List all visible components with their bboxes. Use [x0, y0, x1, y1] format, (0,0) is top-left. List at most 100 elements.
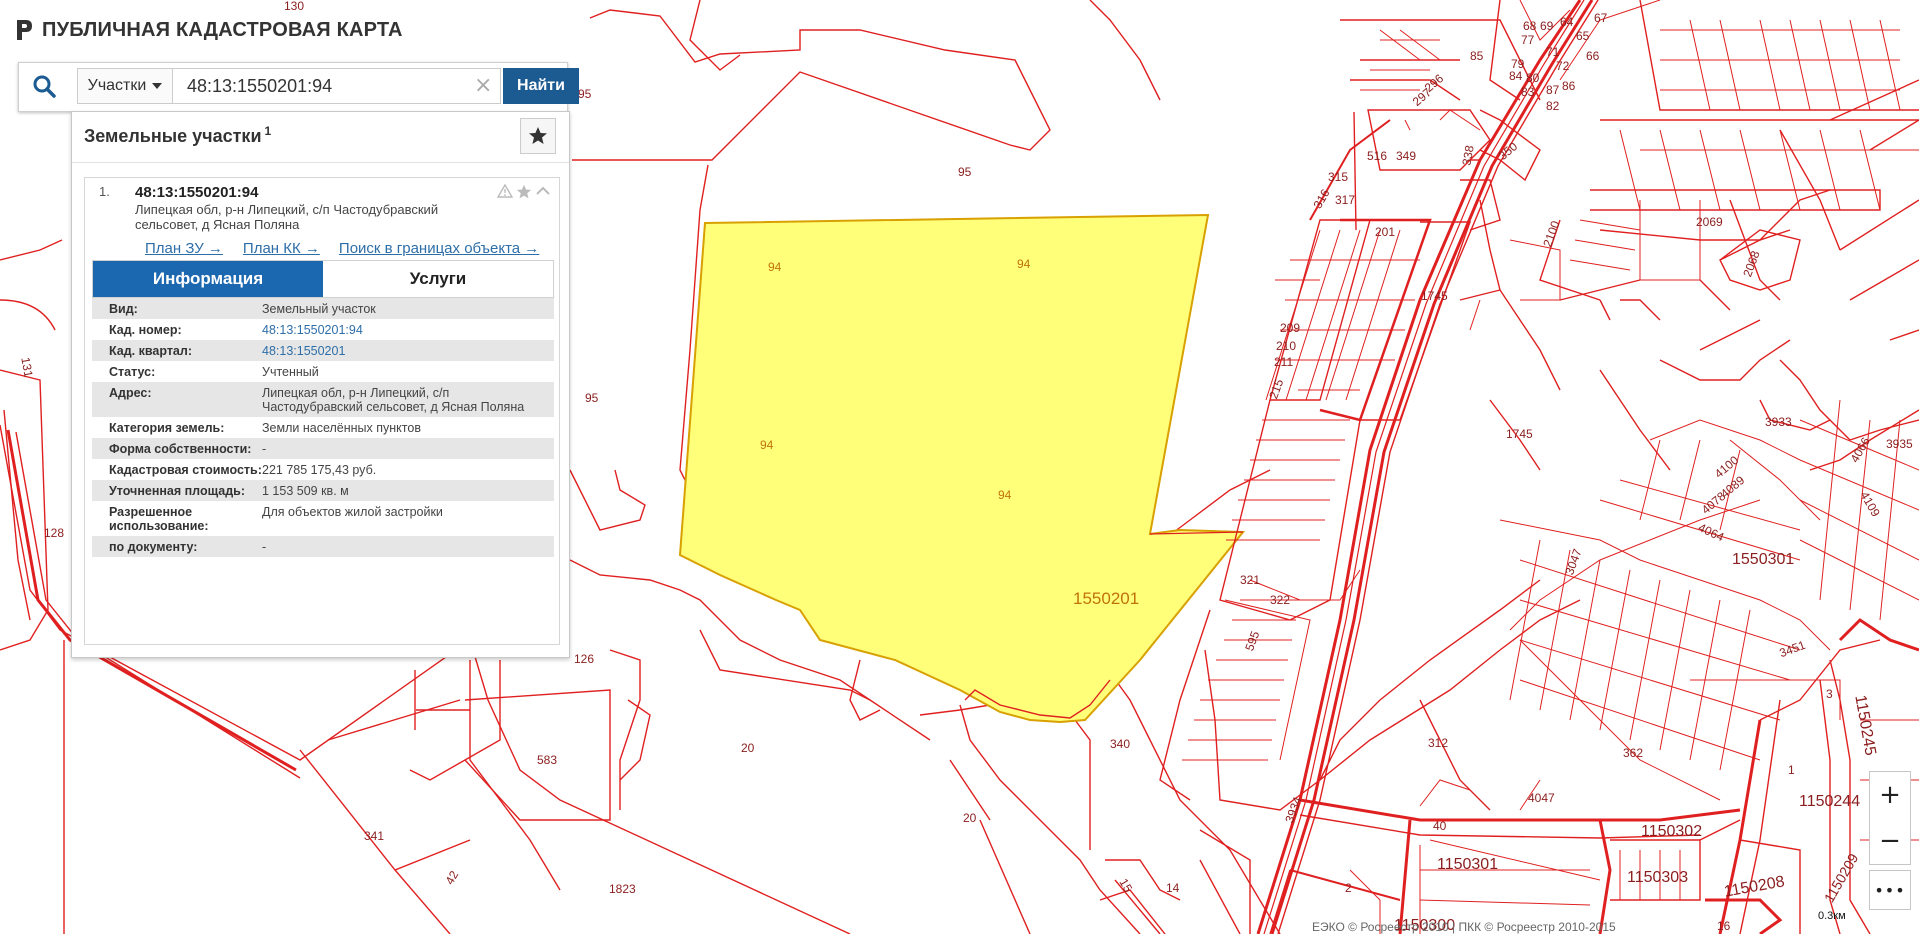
property-key: Форма собственности: [109, 442, 252, 456]
quarter-label: 1550301 [1732, 551, 1794, 568]
property-row: Разрешенное использование: Для объектов ж… [92, 501, 554, 536]
property-value: - [262, 540, 267, 554]
map-label: 1745 [1421, 289, 1448, 303]
map-label: 16 [1717, 919, 1731, 933]
property-key: Категория земель: [109, 421, 225, 435]
map-label: 3 [1826, 687, 1833, 701]
map-label: 84 [1509, 69, 1523, 83]
result-card: 1. 48:13:1550201:94 Липецкая обл, р-н Ли… [84, 177, 560, 645]
search-bar: Участки × Найти [18, 62, 579, 112]
zoom-out-button[interactable]: − [1870, 818, 1910, 864]
map-label: 3933 [1765, 415, 1792, 429]
result-count: 1 [264, 124, 272, 138]
map-label: 20 [963, 811, 977, 825]
map-label: 209 [1280, 321, 1300, 335]
property-value: Земли населённых пунктов [262, 421, 421, 435]
map-label: 130 [284, 0, 304, 13]
map-label: 317 [1335, 193, 1355, 207]
star-icon[interactable] [516, 184, 532, 200]
scale-label: 0.3км [1818, 910, 1846, 922]
search-input[interactable] [173, 68, 501, 104]
property-key: Уточненная площадь: [109, 484, 246, 498]
map-label: 94 [768, 260, 782, 274]
property-value-link[interactable]: 48:13:1550201 [262, 344, 554, 358]
property-key: Кад. квартал: [109, 344, 192, 358]
panel-header: Земельные участки 1 [72, 112, 569, 163]
quarter-label: 1150302 [1641, 823, 1702, 840]
tab-information[interactable]: Информация [93, 261, 323, 297]
property-row: Вид: Земельный участок [92, 298, 554, 319]
property-value: Учтенный [262, 365, 319, 379]
panel-title-text: Земельные участки [84, 126, 262, 146]
chevron-up-icon[interactable] [535, 184, 551, 198]
property-key: Адрес: [109, 386, 152, 400]
map-label: 85 [1470, 49, 1484, 63]
search-type-label: Участки [87, 77, 147, 94]
search-icon[interactable] [29, 71, 61, 103]
map-label: 94 [1017, 257, 1031, 271]
map-label: 87 [1546, 83, 1560, 97]
find-button[interactable]: Найти [503, 68, 579, 104]
map-label: 14 [1166, 881, 1180, 895]
property-key: Кад. номер: [109, 323, 182, 337]
favorites-button[interactable] [520, 118, 556, 154]
app-title: ПУБЛИЧНАЯ КАДАСТРОВАЯ КАРТА [42, 18, 403, 41]
property-row: Кадастровая стоимость: 221 785 175,43 руб… [92, 459, 554, 480]
map-label: 67 [1594, 11, 1608, 25]
property-key: по документу: [109, 540, 198, 554]
property-key: Разрешенное использование: [109, 505, 209, 533]
more-button[interactable]: ••• [1869, 870, 1911, 910]
clear-icon[interactable]: × [474, 72, 492, 100]
property-row: Кад. квартал: 48:13:1550201 [92, 340, 554, 361]
property-value-link[interactable]: 48:13:1550201:94 [262, 323, 554, 337]
chevron-down-icon [152, 83, 163, 89]
map-label: 86 [1562, 79, 1576, 93]
property-value: Для объектов жилой застройки [262, 505, 443, 519]
results-panel: Земельные участки 1 1. 48:13:1550201:94 Л… [71, 111, 570, 658]
map-label: 2069 [1696, 215, 1723, 229]
property-row: Категория земель: Земли населённых пункто… [92, 417, 554, 438]
result-actions [497, 184, 551, 200]
property-row: Адрес: Липецкая обл, р-н Липецкий, с/п Ча… [92, 382, 554, 417]
plan-zu-link[interactable]: План ЗУ → [145, 240, 223, 257]
map-label: 2 [1345, 881, 1352, 895]
map-label: 128 [44, 526, 64, 540]
map-label: 362 [1623, 746, 1643, 760]
map-label: 94 [760, 438, 774, 452]
result-address: Липецкая обл, р-н Липецкий, с/п Частодуб… [135, 202, 439, 232]
warning-icon[interactable] [497, 184, 513, 198]
property-row: по документу: - [92, 536, 554, 557]
search-in-bounds-link[interactable]: Поиск в границах объекта → [339, 240, 539, 257]
map-label: 95 [585, 391, 599, 405]
property-value: Земельный участок [262, 302, 376, 316]
result-number: 1. [99, 184, 110, 199]
star-icon [529, 127, 547, 144]
property-row: Уточненная площадь: 1 153 509 кв. м [92, 480, 554, 501]
map-label: 80 [1526, 71, 1540, 85]
property-key: Кадастровая стоимость: [109, 463, 262, 477]
map-label: 312 [1428, 736, 1448, 750]
map-attribution: ЕЭКО © Росреестр 2010 | ПКК © Росреестр … [1312, 920, 1616, 934]
search-type-dropdown[interactable]: Участки [77, 68, 173, 104]
map-label: 322 [1270, 593, 1290, 607]
property-value: 1 153 509 кв. м [262, 484, 349, 498]
tab-services[interactable]: Услуги [323, 261, 553, 297]
property-value: 221 785 175,43 руб. [262, 463, 377, 477]
map-label: 1745 [1506, 427, 1533, 441]
map-label: 349 [1396, 149, 1416, 163]
quarter-label: 1550201 [1073, 589, 1139, 608]
map-label: 71 [1546, 45, 1560, 59]
map-label: 341 [364, 829, 384, 843]
map-label: 1 [1788, 763, 1795, 777]
zoom-in-button[interactable]: + [1870, 772, 1910, 818]
property-value: - [262, 442, 267, 456]
map-label: 40 [1433, 819, 1447, 833]
result-cadastral-number[interactable]: 48:13:1550201:94 [135, 184, 258, 201]
map-label: 201 [1375, 225, 1395, 239]
plan-kk-link[interactable]: План КК → [243, 240, 320, 257]
properties-table: Вид: Земельный участок Кад. номер: 48:13:1… [92, 298, 554, 557]
property-key: Статус: [109, 365, 156, 379]
map-label: 20 [741, 741, 755, 755]
panel-title: Земельные участки 1 [84, 124, 271, 147]
map-label: 211 [1274, 355, 1293, 369]
